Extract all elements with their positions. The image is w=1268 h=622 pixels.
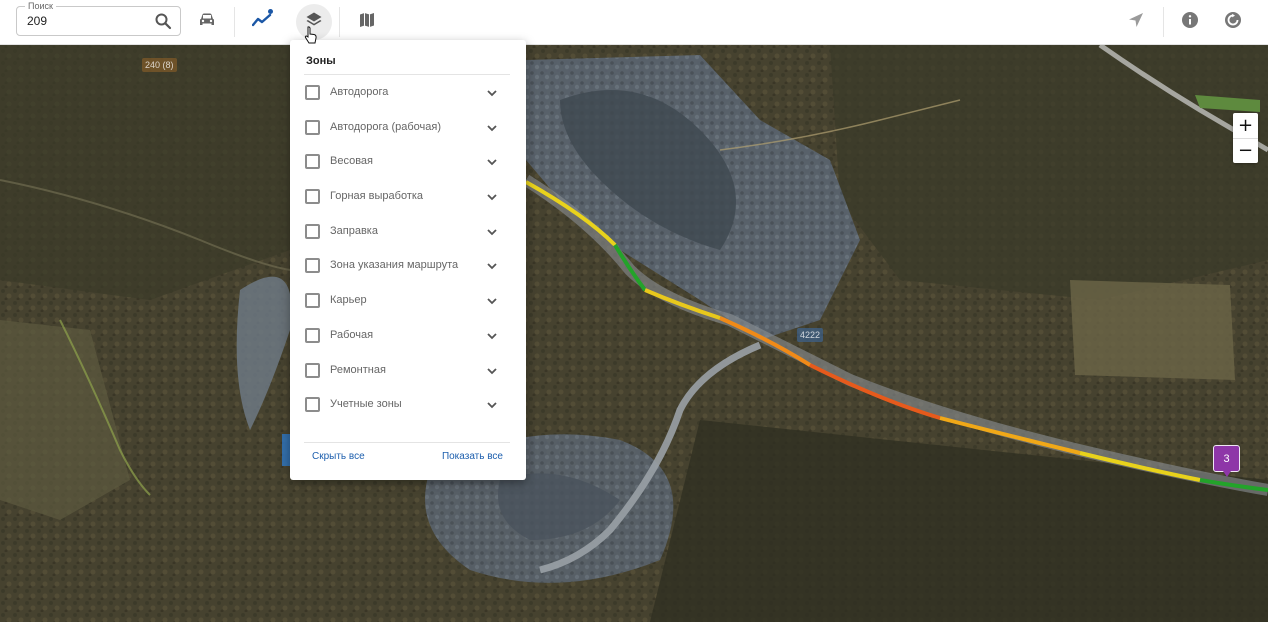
refresh-button[interactable] [1215,4,1251,40]
zoom-control: + − [1233,113,1258,163]
panel-divider [304,442,510,443]
chevron-down-icon[interactable] [485,190,499,204]
zone-list: Автодорога Автодорога (рабочая) Весовая … [290,75,526,422]
chevron-down-icon[interactable] [485,398,499,412]
mouse-cursor-icon [304,26,317,44]
map-type-button[interactable] [349,4,385,40]
vehicles-button[interactable] [189,4,225,40]
car-icon [198,12,216,33]
search-box: Поиск [16,0,181,36]
chevron-down-icon[interactable] [485,86,499,100]
toolbar-divider [1163,7,1164,37]
map-icon [358,11,376,34]
zone-checkbox[interactable] [305,154,320,170]
location-arrow-icon [1127,11,1145,34]
zone-checkbox[interactable] [305,397,320,413]
route-icon [251,13,272,32]
chevron-down-icon[interactable] [485,259,499,273]
zone-checkbox[interactable] [305,119,320,135]
zone-item[interactable]: Автодорога [290,75,526,110]
zone-label: Автодорога [330,86,389,98]
satellite-map[interactable]: 240 (8) 4222 3 [0,0,1268,622]
map-imagery [0,0,1268,622]
zone-checkbox[interactable] [305,189,320,205]
top-toolbar: Поиск [0,0,1268,45]
zone-item[interactable]: Карьер [290,283,526,318]
tracks-button[interactable] [244,4,280,40]
zone-label: Рабочая [330,328,374,341]
zone-item[interactable]: Горная выработка [290,179,526,214]
toolbar-divider [234,7,235,37]
show-all-button[interactable]: Показать все [442,451,503,462]
zone-checkbox[interactable] [305,223,320,239]
zone-item[interactable]: Ремонтная [290,353,526,388]
chevron-down-icon[interactable] [485,294,499,308]
chevron-down-icon[interactable] [485,329,499,343]
info-button[interactable] [1172,4,1208,40]
locate-button[interactable] [1118,4,1154,40]
vehicle-marker[interactable]: 3 [1213,445,1240,477]
chevron-down-icon[interactable] [485,121,499,135]
zoom-out-button[interactable]: − [1233,138,1258,163]
search-legend: Поиск [25,0,56,12]
zone-label: Ремонтная [330,363,386,376]
search-icon[interactable] [154,12,172,30]
zone-item[interactable]: Заправка [290,214,526,249]
map-zone-label[interactable]: 4222 [797,328,824,342]
zones-layer-panel: Зоны Автодорога Автодорога (рабочая) Вес… [290,40,526,480]
active-dot [268,9,273,14]
zone-item[interactable]: Рабочая [290,318,526,353]
toolbar-divider [339,7,340,37]
chevron-down-icon[interactable] [485,364,499,378]
zone-label: Зона указания маршрута [330,259,459,272]
search-input[interactable] [27,12,147,30]
zone-label: Заправка [330,224,378,237]
chevron-down-icon[interactable] [485,155,499,169]
hide-all-button[interactable]: Скрыть все [312,451,365,462]
zone-label: Автодорога (рабочая) [330,120,441,133]
zone-item[interactable]: Учетные зоны [290,387,526,422]
zone-item[interactable]: Автодорога (рабочая) [290,110,526,145]
refresh-icon [1224,11,1242,34]
zone-checkbox[interactable] [305,327,320,343]
panel-title: Зоны [306,55,336,67]
zoom-in-button[interactable]: + [1233,113,1258,138]
zone-label: Горная выработка [330,190,424,203]
zone-checkbox[interactable] [305,85,320,100]
zone-checkbox[interactable] [305,293,320,309]
zone-label: Весовая [330,155,373,168]
chevron-down-icon[interactable] [485,225,499,239]
zone-label: Учетные зоны [330,398,402,411]
map-zone-label[interactable]: 240 (8) [142,58,177,72]
zone-item[interactable]: Весовая [290,144,526,179]
zone-item[interactable]: Зона указания маршрута [290,248,526,283]
info-icon [1181,11,1199,34]
zone-checkbox[interactable] [305,258,320,274]
zone-checkbox[interactable] [305,362,320,378]
zone-label: Карьер [330,294,367,307]
